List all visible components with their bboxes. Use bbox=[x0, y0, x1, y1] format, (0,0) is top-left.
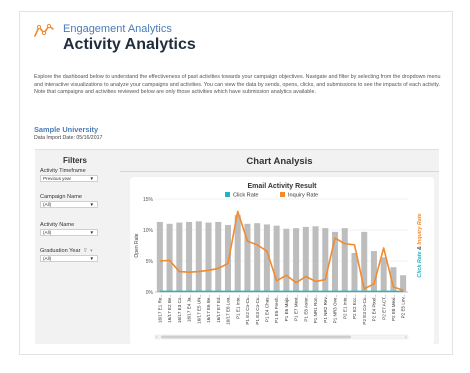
x-tick-label: P1 E5 Fresh.. bbox=[274, 295, 279, 323]
filter-activity-name: Activity Name (All) ▼ bbox=[40, 222, 98, 236]
x-tick-label: P1 E1 Inte.. bbox=[235, 295, 240, 319]
bar-open-rate bbox=[283, 228, 290, 292]
y-tick-label: 10% bbox=[143, 228, 154, 234]
filter-label: Campaign Name bbox=[40, 194, 82, 200]
x-tick-label: 16/17 E6 Be.. bbox=[206, 295, 211, 323]
bar-open-rate bbox=[205, 222, 212, 292]
org-name: Sample University bbox=[34, 125, 99, 134]
page-supertitle: Engagement Analytics bbox=[63, 23, 172, 35]
activity-timeframe-select[interactable]: Previous year ▼ bbox=[40, 175, 98, 182]
bar-open-rate bbox=[186, 221, 193, 292]
x-tick-label: P2 E8 Mexi.. bbox=[391, 295, 396, 321]
y-tick-label: 0% bbox=[146, 290, 154, 296]
page-title: Activity Analytics bbox=[63, 36, 196, 53]
bar-open-rate bbox=[195, 221, 202, 292]
x-tick-label: P1 NR3 Ove.. bbox=[333, 295, 338, 323]
bar-open-rate bbox=[176, 222, 183, 292]
chart-title: Email Activity Result bbox=[248, 183, 318, 190]
x-tick-label: P2 E4 Pixel.. bbox=[372, 295, 377, 321]
x-tick-label: P1 E8 Aster.. bbox=[303, 295, 308, 322]
x-tick-label: P1 E2 Co-Cu.. bbox=[245, 295, 250, 325]
divider bbox=[120, 171, 439, 172]
x-tick-label: 16/17 E7 Ed.. bbox=[216, 295, 221, 323]
select-value: (All) bbox=[43, 256, 52, 261]
chart-analysis: Chart Analysis Email Activity Result Clic… bbox=[120, 150, 439, 345]
x-tick-label: P2 E5 Lev.. bbox=[401, 295, 406, 318]
bar-open-rate bbox=[351, 252, 358, 292]
x-tick-label: P2 E1 Inte.. bbox=[342, 295, 347, 319]
dashboard-panel: Filters Activity Timeframe Previous year… bbox=[35, 149, 439, 345]
x-tick-label: P1 NR1 Ron.. bbox=[313, 295, 318, 323]
analytics-logo-icon bbox=[34, 23, 54, 37]
filters-panel: Filters Activity Timeframe Previous year… bbox=[35, 150, 115, 345]
filters-title: Filters bbox=[62, 156, 87, 165]
x-tick-label: 16/17 E8 Lea.. bbox=[226, 295, 231, 325]
bar-open-rate bbox=[215, 221, 222, 292]
caret-down-icon: ▼ bbox=[89, 256, 94, 261]
select-value: Previous year bbox=[43, 176, 72, 181]
filter-label: Graduation Year bbox=[40, 248, 81, 254]
filter-graduation-year: Graduation Year ⊽ ▾ (All) ▼ bbox=[40, 248, 98, 262]
intro-text: Explore the dashboard below to understan… bbox=[34, 74, 441, 96]
x-tick-label: 16/17 E4 Ja.. bbox=[187, 295, 192, 322]
x-tick-label: P1 E4 Chas.. bbox=[265, 295, 270, 322]
email-activity-chart: Email Activity Result Click Rate Inquiry R… bbox=[134, 183, 423, 340]
bar-open-rate bbox=[302, 226, 309, 292]
legend-label-click: Click Rate bbox=[233, 193, 259, 199]
y-axis-label-click: Click Rate bbox=[417, 251, 423, 277]
y-axis-label-right: Click Rate & Inquiry Rate bbox=[417, 213, 423, 277]
x-tick-label: 16/17 E1 Re.. bbox=[157, 295, 162, 323]
select-value: (All) bbox=[43, 202, 52, 207]
filter-campaign-name: Campaign Name (All) ▼ bbox=[40, 194, 98, 208]
bar-open-rate bbox=[273, 225, 280, 292]
chevron-down-icon[interactable]: ▾ bbox=[90, 248, 93, 254]
caret-down-icon: ▼ bbox=[89, 230, 94, 235]
y-tick-label: 15% bbox=[143, 197, 154, 203]
chart-card: Email Activity Result Click Rate Inquiry R… bbox=[130, 177, 434, 345]
clear-filter-icon[interactable]: ⊽ bbox=[83, 248, 87, 254]
x-tick-label: P1 E3 Co-Cu.. bbox=[255, 295, 260, 325]
bar-open-rate bbox=[156, 221, 163, 292]
bar-open-rate bbox=[254, 223, 261, 292]
caret-down-icon: ▼ bbox=[89, 176, 94, 181]
legend-swatch-inquiry bbox=[280, 192, 285, 197]
page-header: Engagement Analytics Activity Analytics bbox=[34, 21, 334, 61]
x-tick-label: P2 E7 ACT.. bbox=[381, 295, 386, 320]
filter-label: Activity Timeframe bbox=[40, 168, 86, 174]
y-axis-label: Open Rate bbox=[134, 233, 140, 257]
caret-down-icon: ▼ bbox=[89, 202, 94, 207]
x-tick-label: 16/17 E5 UN.. bbox=[196, 295, 201, 324]
filter-activity-timeframe: Activity Timeframe Previous year ▼ bbox=[40, 168, 98, 182]
x-tick-label: P2 E3 Co-Cu.. bbox=[362, 295, 367, 325]
bar-open-rate bbox=[166, 223, 173, 292]
activity-name-select[interactable]: (All) ▼ bbox=[40, 229, 98, 236]
import-date: Data Import Date: 05/16/2017 bbox=[34, 135, 103, 141]
x-tick-label: P2 E2 Ecc.. bbox=[352, 295, 357, 319]
x-tick-label: 16/17 E2 Be.. bbox=[167, 295, 172, 323]
graduation-year-select[interactable]: (All) ▼ bbox=[40, 255, 98, 262]
y-axis-label-amp: & bbox=[417, 245, 423, 252]
y-tick-label: 5% bbox=[146, 259, 154, 265]
x-tick-label: P1 E6 Majo.. bbox=[284, 295, 289, 321]
y-axis-label-inquiry: Inquiry Rate bbox=[417, 213, 423, 244]
legend-label-inquiry: Inquiry Rate bbox=[288, 193, 318, 199]
legend-swatch-click bbox=[225, 192, 230, 197]
bar-open-rate bbox=[341, 228, 348, 292]
chart-analysis-title: Chart Analysis bbox=[246, 156, 313, 167]
x-tick-label: P1 E7 Mexi.. bbox=[294, 295, 299, 321]
bar-open-rate bbox=[380, 257, 387, 292]
campaign-name-select[interactable]: (All) ▼ bbox=[40, 201, 98, 208]
bar-open-rate bbox=[322, 228, 329, 292]
scrollbar-thumb[interactable] bbox=[161, 335, 351, 339]
bar-open-rate bbox=[224, 225, 231, 292]
x-tick-label: 16/17 E3 Co.. bbox=[177, 295, 182, 323]
filter-label: Activity Name bbox=[40, 222, 75, 228]
x-tick-label: P1 NR2 Rev.. bbox=[323, 295, 328, 323]
select-value: (All) bbox=[43, 230, 52, 235]
filter-label-row: Graduation Year ⊽ ▾ bbox=[40, 248, 98, 254]
